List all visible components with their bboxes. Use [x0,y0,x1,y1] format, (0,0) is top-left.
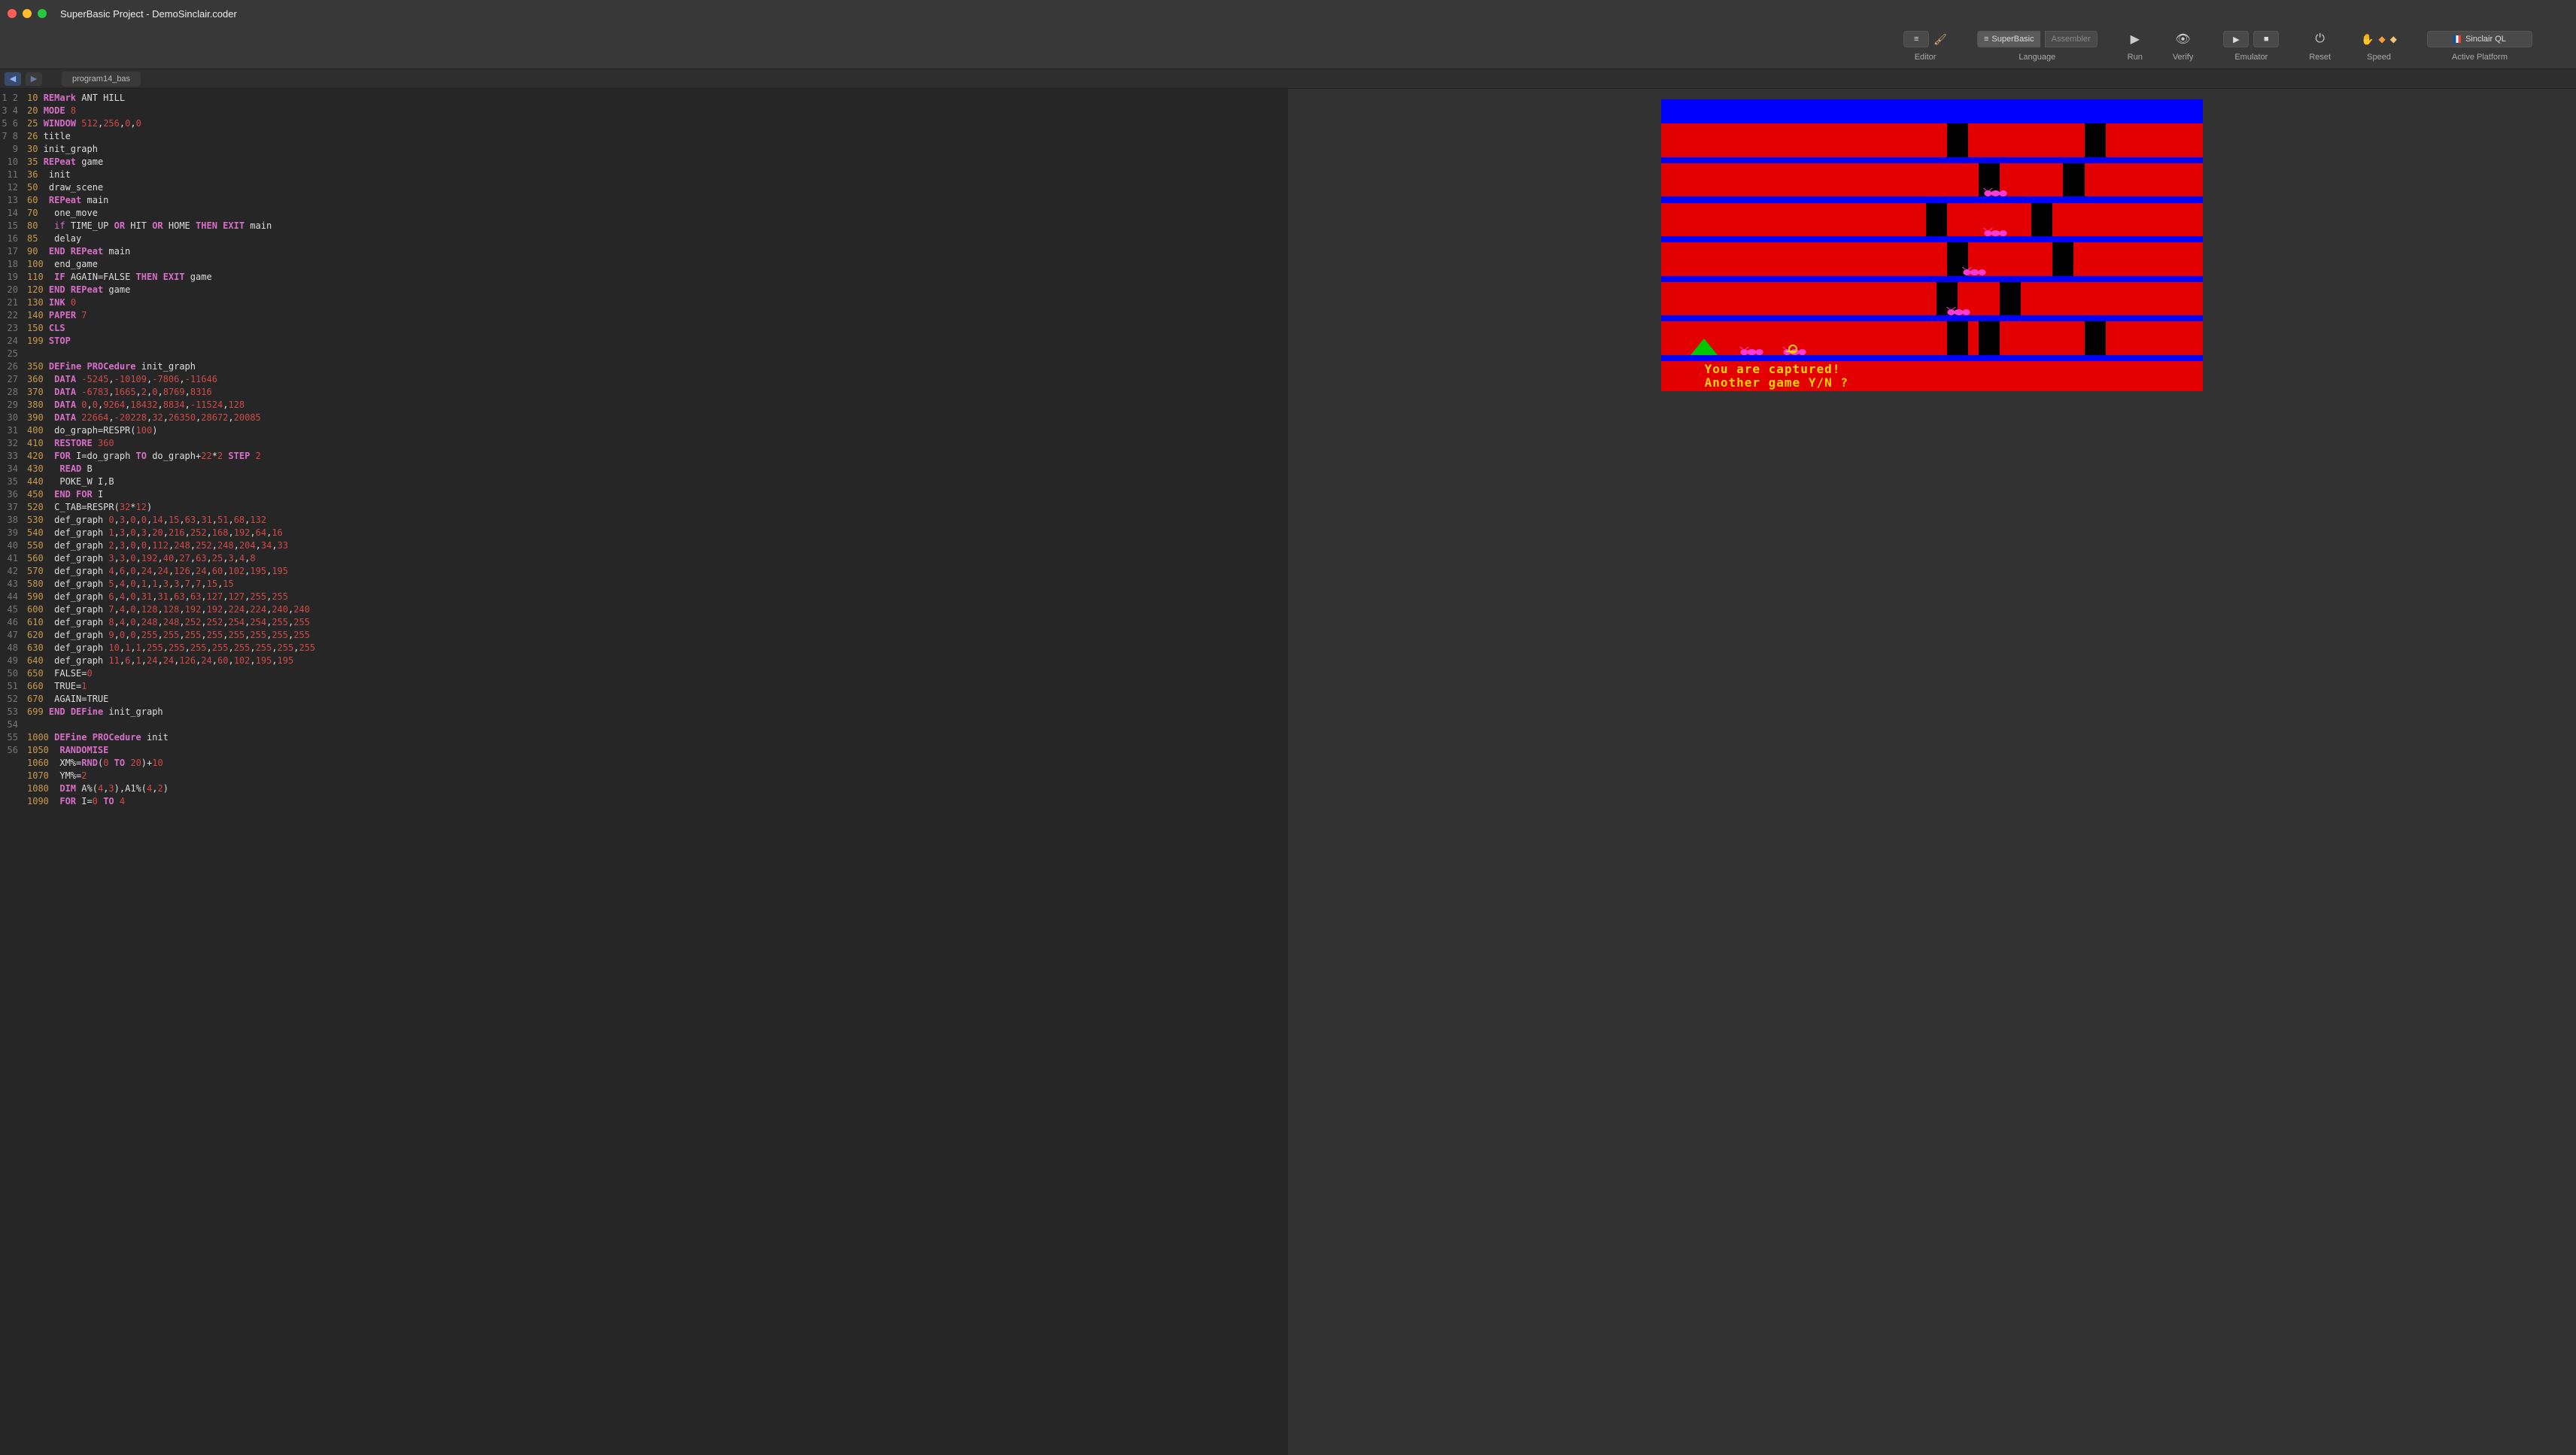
maximize-icon[interactable] [38,9,47,18]
tool-reset: ⏻ Reset [2309,29,2331,62]
hand-icon[interactable]: ✋ [2361,33,2374,46]
platform-value: Sinclair QL [2465,35,2506,44]
file-tab[interactable]: program14_bas [62,71,141,87]
titlebar: SuperBasic Project - DemoSinclair.coder [0,0,2576,27]
diamond2-icon[interactable]: ◆ [2390,34,2397,44]
editor-pane[interactable]: 1 2 3 4 5 6 7 8 9 10 11 12 13 14 15 16 1… [0,89,1288,1455]
ql-screen[interactable]: You are captured!Another game Y/N ? [1661,99,2203,370]
nav-back-button[interactable]: ◀ [5,72,21,86]
reset-icon[interactable]: ⏻ [2315,32,2325,46]
lang-superbasic-button[interactable]: ≡ SuperBasic [1977,31,2040,47]
verify-label: Verify [2173,53,2194,62]
emulator-stop-button[interactable]: ■ [2253,31,2279,47]
toolbar: ≡ 🖌 Editor ≡ SuperBasic Assembler Langua… [0,27,2576,69]
ql-canvas: You are captured!Another game Y/N ? [1661,99,2203,370]
speed-label: Speed [2367,53,2391,62]
tool-language: ≡ SuperBasic Assembler Language [1977,29,2098,62]
tool-run: ▶ Run [2128,29,2143,62]
window-title: SuperBasic Project - DemoSinclair.coder [60,8,237,20]
ant-sprite [1958,266,1991,275]
diamond-icon[interactable]: ◆ [2379,34,2386,44]
main-area: 1 2 3 4 5 6 7 8 9 10 11 12 13 14 15 16 1… [0,89,2576,1455]
language-label: Language [2019,53,2055,62]
nav-forward-button[interactable]: ▶ [26,72,42,86]
editor-label: Editor [1915,53,1937,62]
verify-icon[interactable]: 👁 [2175,32,2190,47]
window-controls [8,9,47,18]
platform-label: Active Platform [2452,53,2508,62]
player-sprite [1786,345,1797,355]
tool-verify: 👁 Verify [2173,29,2194,62]
ant-sprite [1942,306,1976,315]
flag-icon [2453,35,2461,43]
tool-speed: ✋ ◆ ◆ Speed [2361,29,2397,62]
tool-editor: ≡ 🖌 Editor [1903,29,1947,62]
anthill-sprite [1690,339,1718,355]
emulator-label: Emulator [2234,53,2268,62]
editor-align-button[interactable]: ≡ [1903,31,1929,47]
game-message-1: You are captured! [1705,363,1841,376]
paintbrush-icon[interactable]: 🖌 [1934,33,1947,46]
game-message-2: Another game Y/N ? [1705,376,1848,390]
gutter: 1 2 3 4 5 6 7 8 9 10 11 12 13 14 15 16 1… [0,89,23,1455]
ant-sprite [1979,187,2012,196]
minimize-icon[interactable] [23,9,32,18]
tool-platform: Sinclair QL Active Platform [2427,29,2532,62]
lang-assembler-button[interactable]: Assembler [2045,31,2098,47]
tabstrip: ◀ ▶ program14_bas [0,69,2576,89]
ant-sprite [1735,346,1769,355]
ant-sprite [1979,227,2012,236]
run-label: Run [2128,53,2143,62]
reset-label: Reset [2309,53,2331,62]
platform-dropdown[interactable]: Sinclair QL [2427,31,2532,47]
emulator-play-button[interactable]: ▶ [2223,31,2249,47]
code-area[interactable]: 10 REMark ANT HILL 20 MODE 8 25 WINDOW 5… [23,89,1288,1455]
close-icon[interactable] [8,9,17,18]
tool-emulator: ▶ ■ Emulator [2223,29,2279,62]
emulator-pane: You are captured!Another game Y/N ? [1288,89,2576,1455]
run-icon[interactable]: ▶ [2131,32,2140,47]
